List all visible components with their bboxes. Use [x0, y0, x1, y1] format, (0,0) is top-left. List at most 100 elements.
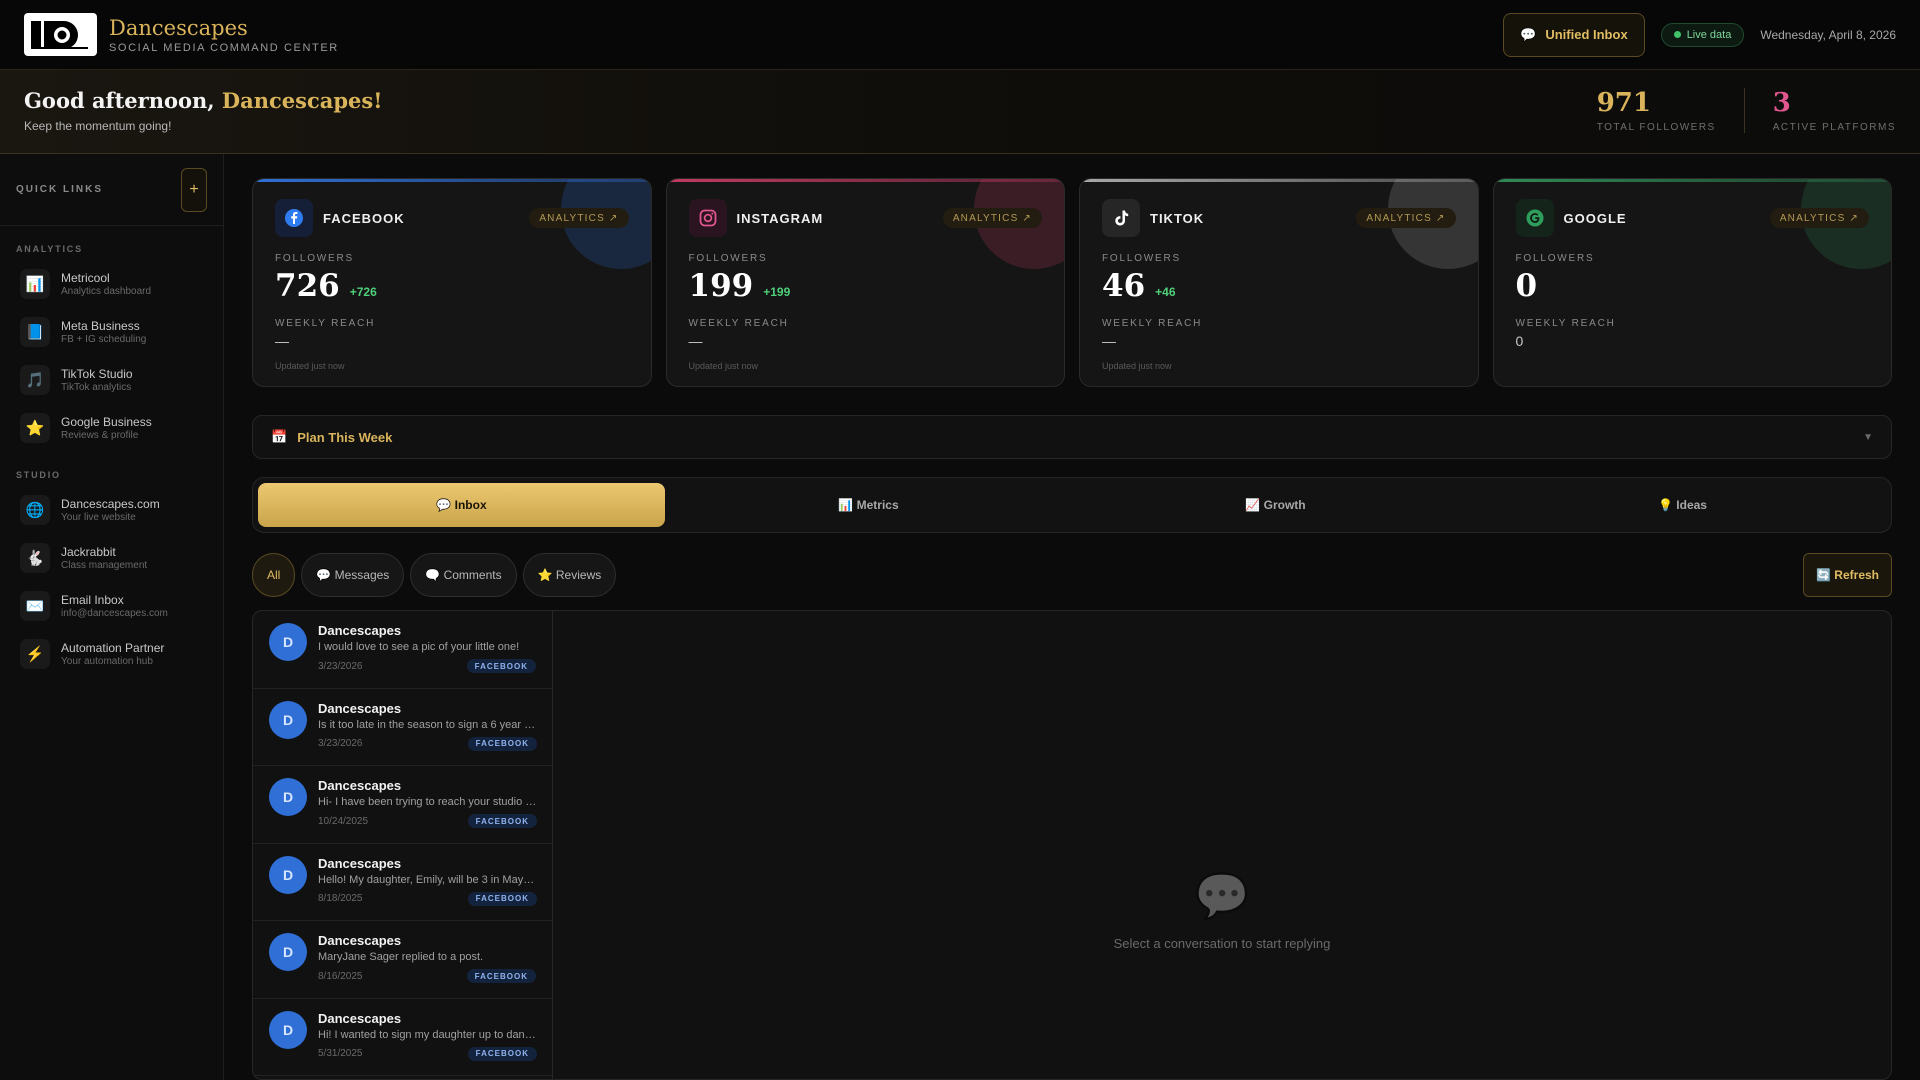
conversation-item[interactable]: D Dancescapes Hi- I have been trying to re…	[253, 766, 552, 844]
card-header: GOOGLE ANALYTICS ↗	[1515, 199, 1869, 237]
platform-card: TIKTOK ANALYTICS ↗ FOLLOWERS 46 +46 WEEKLY RE…	[1079, 178, 1479, 387]
sidebar-link-desc: Reviews & profile	[61, 430, 139, 441]
weekly-reach-label: WEEKLY REACH	[275, 318, 376, 329]
platform-badge: FACEBOOK	[467, 814, 537, 828]
hero-stat-label: ACTIVE PLATFORMS	[1772, 122, 1896, 133]
sidebar-link-name: Metricool	[61, 271, 110, 285]
instagram-icon	[688, 199, 727, 237]
message-meta: 10/24/2025 FACEBOOK	[318, 814, 537, 828]
conversation-body: Dancescapes Hi- I have been trying to rea…	[318, 778, 537, 831]
sidebar-link[interactable]: 📘 Meta Business FB + IG scheduling	[0, 308, 223, 356]
message-preview: MaryJane Sager replied to a post.	[318, 951, 484, 963]
conversation-list[interactable]: D Dancescapes I would love to see a pic of…	[253, 611, 553, 1079]
message-date: 8/16/2025	[318, 970, 363, 982]
sidebar-link-desc: Your live website	[61, 512, 136, 523]
sidebar-link[interactable]: 📊 Metricool Analytics dashboard	[0, 260, 223, 308]
conversation-item[interactable]: D Dancescapes Is it too late in the season…	[253, 689, 552, 766]
greeting-name: Dancescapes!	[221, 88, 383, 113]
tab-metrics[interactable]: 📊 Metrics	[665, 483, 1072, 527]
followers-count: 726	[275, 268, 340, 304]
sidebar-link[interactable]: 🎵 TikTok Studio TikTok analytics	[0, 356, 223, 404]
add-quick-link-button[interactable]: +	[181, 167, 207, 212]
main-tabs: 💬 Inbox 📊 Metrics 📈 Growth 💡 Ideas	[252, 477, 1892, 533]
weekly-reach-value: —	[688, 333, 703, 349]
message-meta: 8/16/2025 FACEBOOK	[318, 969, 536, 983]
analytics-link[interactable]: ANALYTICS ↗	[1769, 208, 1869, 228]
sidebar-link-text: Google Business Reviews & profile	[61, 415, 152, 441]
plan-this-week-toggle[interactable]: 📅 Plan This Week ▼	[252, 415, 1892, 459]
followers-row: 199 +199	[689, 268, 1043, 304]
sidebar-section-label: ANALYTICS	[16, 244, 83, 254]
followers-row: 726 +726	[275, 268, 629, 304]
followers-count: 0	[1515, 268, 1538, 304]
conversation-item[interactable]: D Dancescapes Hello! My daughter, Emily, w…	[253, 844, 552, 921]
reply-empty-state: Select a conversation to start replying	[1113, 935, 1331, 951]
card-header: INSTAGRAM ANALYTICS ↗	[688, 199, 1042, 237]
weekly-reach-label: WEEKLY REACH	[688, 318, 789, 329]
tab-growth[interactable]: 📈 Growth	[1072, 483, 1479, 527]
sender-name: Dancescapes	[318, 1010, 402, 1026]
plan-this-week-label: Plan This Week	[297, 429, 393, 445]
analytics-link[interactable]: ANALYTICS ↗	[529, 208, 629, 228]
quick-links-title: QUICK LINKS	[16, 184, 103, 195]
speech-bubble-icon: 💬	[1194, 871, 1250, 921]
weekly-reach-value: —	[275, 333, 289, 349]
message-date: 10/24/2025	[318, 815, 369, 827]
conversation-body: Dancescapes MaryJane Sager replied to a p…	[318, 933, 536, 986]
followers-label: FOLLOWERS	[275, 253, 354, 264]
live-data-badge: Live data	[1660, 22, 1745, 47]
sidebar-link-name: Email Inbox	[61, 593, 124, 607]
chevron-down-icon[interactable]: ▼	[1863, 432, 1873, 443]
filter-messages[interactable]: 💬 Messages	[301, 553, 405, 597]
reply-pane: 💬 Select a conversation to start replyin…	[553, 611, 1891, 1079]
current-date: Wednesday, April 8, 2026	[1760, 27, 1896, 42]
followers-count: 46	[1102, 268, 1146, 304]
weekly-reach-value: —	[1102, 333, 1116, 349]
conversation-item[interactable]: D Dancescapes Hi! I wanted to sign my daug…	[253, 999, 552, 1076]
hero-stat-value: 971	[1596, 88, 1651, 118]
sidebar-section-label: STUDIO	[16, 470, 61, 480]
updated-timestamp: Updated just now	[688, 361, 759, 371]
tab-inbox[interactable]: 💬 Inbox	[258, 483, 665, 527]
avatar: D	[269, 700, 307, 739]
filter-all[interactable]: All	[252, 553, 296, 597]
live-data-label: Live data	[1686, 28, 1732, 41]
sidebar-link[interactable]: ✉️ Email Inbox info@dancescapes.com	[0, 582, 223, 630]
card-header: FACEBOOK ANALYTICS ↗	[275, 199, 629, 237]
conversation-body: Dancescapes Is it too late in the season …	[318, 701, 537, 754]
unified-inbox-button[interactable]: 💬 Unified Inbox	[1503, 12, 1645, 57]
sidebar-link-desc: Analytics dashboard	[61, 286, 152, 297]
hero-stat: 3 ACTIVE PLATFORMS	[1743, 88, 1896, 133]
conversation-item[interactable]: D Dancescapes I would love to see a pic of…	[253, 611, 552, 689]
conversation-body: Dancescapes Hello! My daughter, Emily, wi…	[318, 856, 537, 909]
unified-inbox-label: Unified Inbox	[1545, 27, 1628, 42]
filter-comments[interactable]: 🗨️ Comments	[410, 553, 517, 597]
sidebar-link[interactable]: 🐇 Jackrabbit Class management	[0, 534, 223, 582]
conversation-item[interactable]: D Dancescapes MaryJane Sager replied to a …	[253, 921, 552, 999]
message-meta: 3/23/2026 FACEBOOK	[318, 736, 537, 751]
platform-card: INSTAGRAM ANALYTICS ↗ FOLLOWERS 199 +199 WEEK…	[665, 178, 1065, 387]
sidebar-link[interactable]: ⚡ Automation Partner Your automation hub	[0, 630, 223, 678]
platform-badge: FACEBOOK	[467, 736, 537, 751]
platform-badge: FACEBOOK	[466, 969, 536, 983]
welcome-banner: Good afternoon, Dancescapes! Keep the mo…	[0, 70, 1920, 154]
inbox-panel: D Dancescapes I would love to see a pic of…	[252, 610, 1892, 1080]
sidebar-link[interactable]: 🌐 Dancescapes.com Your live website	[0, 486, 223, 534]
analytics-link[interactable]: ANALYTICS ↗	[942, 208, 1042, 228]
conversation-body: Dancescapes I would love to see a pic of …	[318, 623, 536, 676]
platform-card: FACEBOOK ANALYTICS ↗ FOLLOWERS 726 +726 WEEKL…	[252, 178, 652, 387]
brand-name: Dancescapes	[109, 15, 248, 40]
sidebar-link[interactable]: ⭐ Google Business Reviews & profile	[0, 404, 223, 452]
logo-mark-icon	[30, 20, 88, 49]
analytics-link[interactable]: ANALYTICS ↗	[1356, 208, 1456, 228]
refresh-button[interactable]: 🔄 Refresh	[1803, 553, 1892, 597]
sidebar-link-text: Email Inbox info@dancescapes.com	[61, 593, 168, 619]
followers-label: FOLLOWERS	[688, 253, 768, 264]
filter-reviews[interactable]: ⭐ Reviews	[522, 553, 617, 597]
sender-name: Dancescapes	[318, 933, 402, 948]
sidebar-link-text: Automation Partner Your automation hub	[61, 641, 164, 667]
brand-logo[interactable]	[24, 13, 97, 56]
sidebar-link-desc: Class management	[61, 560, 148, 571]
google-icon	[1515, 199, 1554, 237]
tab-ideas[interactable]: 💡 Ideas	[1479, 483, 1886, 527]
